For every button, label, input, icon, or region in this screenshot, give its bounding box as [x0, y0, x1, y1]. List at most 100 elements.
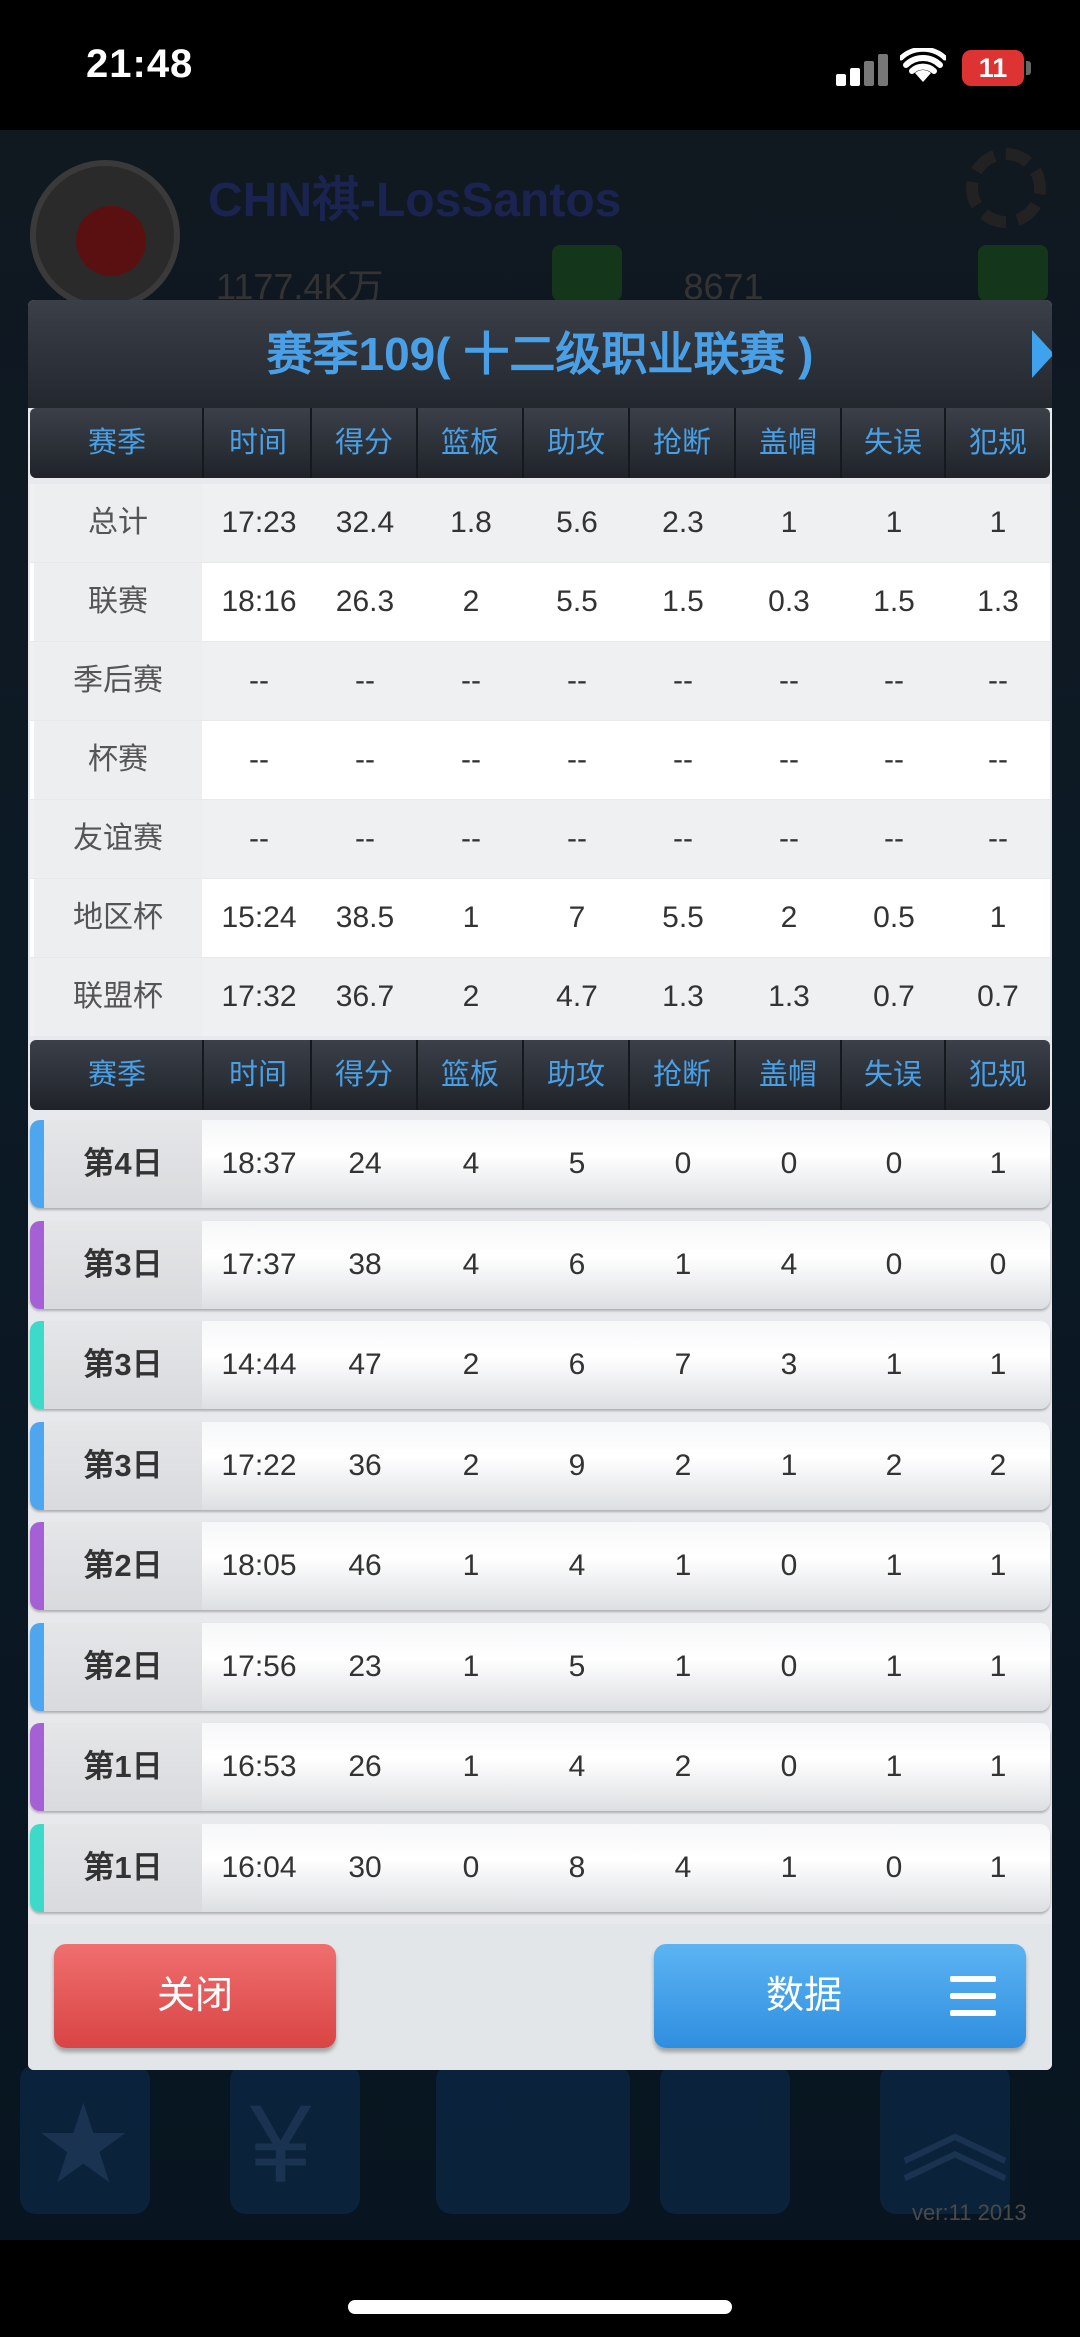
game-log-row: 第1日 16:53 26 1 4 2 0 1 1 [30, 1723, 1050, 1811]
stat-cell: 2 [885, 1448, 903, 1482]
stat-cell: 1 [462, 1549, 480, 1582]
stat-cell: 0 [885, 1147, 903, 1180]
season-summary-row: 总计 17:23 32.4 1.8 5.6 2.3 1 1 1 [30, 484, 1050, 562]
version-label: ver:11 2013 [912, 2200, 1027, 2225]
stat-cell: 4 [780, 1247, 798, 1281]
battery-icon: 11 [962, 50, 1024, 86]
stat-cell: 4 [568, 1750, 586, 1783]
home-indicator[interactable] [348, 2300, 732, 2314]
season-summary-row: 联赛 18:16 26.3 2 5.5 1.5 0.3 1.5 1.3 [30, 563, 1050, 641]
wifi-icon [900, 48, 946, 82]
stat-cell: 5 [568, 1649, 586, 1683]
stat-cell: 4 [674, 1850, 692, 1884]
close-button[interactable]: 关闭 [54, 1944, 336, 2048]
stat-cell: 1 [989, 901, 1007, 934]
stat-cell: 2 [462, 585, 480, 618]
row-label: 第3日 [44, 1321, 202, 1409]
stat-cell: -- [988, 664, 1008, 697]
row-label: 第1日 [44, 1723, 202, 1811]
row-color-stripe [30, 1120, 44, 1208]
stat-cell: -- [355, 743, 375, 776]
stat-cell: 32.4 [335, 506, 395, 539]
stat-cell: 5.6 [556, 506, 598, 539]
game-log-row: 第3日 17:22 36 2 9 2 1 2 2 [30, 1421, 1050, 1510]
stat-cell: 4 [568, 1549, 586, 1582]
stat-cell: -- [988, 743, 1008, 776]
game-header-cell: 篮板 [418, 1040, 524, 1110]
player-stats-dialog: 赛季109( 十二级职业联赛 ) 赛季 时间 得分 篮板 助攻 抢断 盖帽 失误 犯规 总计 17… [28, 300, 1052, 2070]
stat-cell: 1 [989, 506, 1007, 539]
row-label: 第4日 [44, 1120, 202, 1208]
stat-cell: 1 [674, 1549, 692, 1582]
stat-cell: 26.3 [335, 585, 395, 618]
stat-cell: 5.5 [662, 901, 704, 934]
star-icon: ★ [34, 2083, 133, 2206]
game-log-row: 第3日 17:37 38 4 6 1 4 0 0 [30, 1220, 1050, 1309]
game-header-cell: 失误 [842, 1040, 946, 1110]
stat-cell: 0 [885, 1247, 903, 1281]
game-log-row: 第2日 18:05 46 1 4 1 0 1 1 [30, 1522, 1050, 1610]
stat-cell: 1 [462, 901, 480, 934]
team-logo-icon [30, 160, 180, 310]
stat-cell: -- [567, 822, 587, 855]
stat-cell: 0.7 [873, 980, 915, 1013]
stat-cell: 36 [348, 1448, 382, 1482]
stat-cell: 46 [348, 1549, 382, 1582]
game-log-row: 第2日 17:56 23 1 5 1 0 1 1 [30, 1622, 1050, 1711]
stat-cell: 0 [780, 1750, 798, 1783]
stat-cell: 0 [674, 1147, 692, 1180]
stat-cell: 2 [462, 1348, 480, 1381]
stat-cell: 7 [568, 901, 586, 934]
stat-cell: 2.3 [662, 506, 704, 539]
stat-cell: 1 [989, 1649, 1007, 1683]
season-header-cell: 赛季 [32, 408, 204, 478]
row-color-stripe [30, 1421, 44, 1510]
data-button[interactable]: 数据 [654, 1944, 1026, 2048]
stat-cell: 1 [462, 1750, 480, 1783]
stat-cell: 1.3 [662, 980, 704, 1013]
stat-cell: 0 [780, 1147, 798, 1180]
stat-cell: 23 [348, 1649, 382, 1683]
stat-cell: 24 [348, 1147, 382, 1180]
row-color-stripe [30, 1522, 44, 1610]
next-season-arrow-icon[interactable] [1032, 330, 1052, 378]
menu-icon [950, 1976, 996, 2016]
game-header-cell: 抢断 [630, 1040, 736, 1110]
stat-cell: 1.3 [977, 585, 1019, 618]
stat-cell: 1.3 [768, 980, 810, 1013]
stat-cell: 4 [462, 1247, 480, 1281]
stat-cell: -- [779, 664, 799, 697]
stat-cell: 18:16 [221, 585, 297, 618]
stat-cell: 3 [780, 1348, 798, 1381]
season-header-cell: 助攻 [524, 408, 630, 478]
game-log-row: 第3日 14:44 47 2 6 7 3 1 1 [30, 1321, 1050, 1409]
season-header-cell: 得分 [312, 408, 418, 478]
stat-cell: 0.7 [977, 980, 1019, 1013]
stat-cell: 1 [885, 1649, 903, 1683]
row-color-stripe [30, 1321, 44, 1409]
stat-cell: -- [673, 664, 693, 697]
stat-cell: 1 [780, 506, 798, 539]
stat-cell: -- [884, 743, 904, 776]
stat-cell: 4.7 [556, 980, 598, 1013]
stat-cell: 1 [989, 1348, 1007, 1381]
row-label: 杯赛 [34, 721, 202, 799]
game-header-cell: 赛季 [32, 1040, 204, 1110]
dialog-footer: 关闭 数据 [28, 1924, 1052, 2070]
season-summary-row: 联盟杯 17:32 36.7 2 4.7 1.3 1.3 0.7 0.7 [30, 958, 1050, 1036]
battery-tip [1026, 61, 1031, 75]
settings-gear-icon [966, 148, 1046, 228]
stat-cell: 2 [674, 1750, 692, 1783]
stat-cell: 1 [674, 1247, 692, 1281]
row-label: 总计 [34, 484, 202, 562]
row-label: 友谊赛 [34, 800, 202, 878]
stat-cell: -- [988, 822, 1008, 855]
row-label: 季后赛 [34, 642, 202, 720]
stat-cell: 18:37 [221, 1147, 297, 1180]
season-table-header: 赛季 时间 得分 篮板 助攻 抢断 盖帽 失误 犯规 [30, 408, 1050, 478]
stat-cell: 1 [674, 1649, 692, 1683]
stat-cell: -- [355, 664, 375, 697]
game-header-cell: 犯规 [968, 1059, 1027, 1091]
stat-cell: -- [673, 822, 693, 855]
game-log-row: 第4日 18:37 24 4 5 0 0 0 1 [30, 1120, 1050, 1208]
